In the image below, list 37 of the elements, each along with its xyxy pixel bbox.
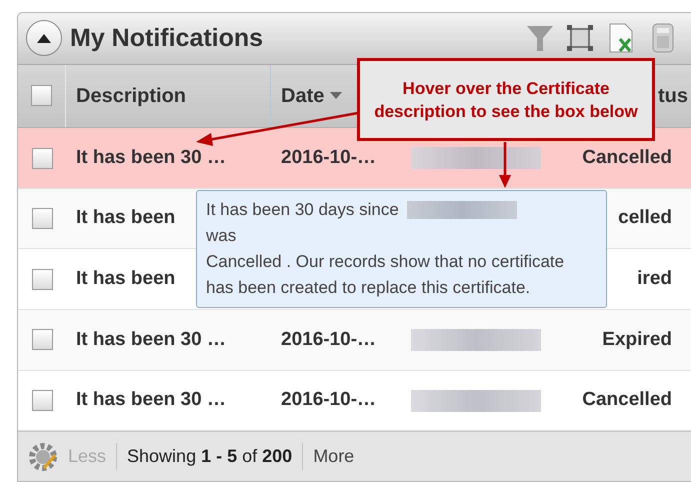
- calculator-icon[interactable]: [652, 23, 674, 54]
- table-cell: It has been 30 …: [76, 328, 226, 350]
- table-cell: It has been: [76, 268, 176, 290]
- table-cell-text: Cancelled: [582, 388, 672, 412]
- tooltip-text: Cancelled . Our records show that no certificate has been created to replace this certificate.: [206, 251, 566, 299]
- table-cell-text: Expired: [602, 328, 672, 352]
- checkbox[interactable]: [32, 208, 52, 230]
- spreadsheet-icon[interactable]: [608, 23, 634, 54]
- table-cell: It has been 30 …: [76, 389, 226, 410]
- checkbox[interactable]: [32, 268, 52, 290]
- table-cell: It has been: [76, 207, 176, 228]
- table-cell-text: celled: [618, 206, 672, 230]
- table-cell: 2016-10-…: [281, 389, 376, 410]
- settings-icon[interactable]: [28, 442, 58, 472]
- table-cell-text: ired: [637, 267, 672, 292]
- table-cell-text: Cancelled: [582, 146, 672, 170]
- column-header[interactable]: Date: [281, 80, 324, 111]
- collapse-button[interactable]: [26, 20, 62, 56]
- table-cell: 2016-10-…: [281, 146, 376, 168]
- caret-up-icon: [37, 34, 51, 43]
- table-row[interactable]: It has been 30 … 2016-10-… Cancelled: [18, 370, 691, 432]
- table-cell: 2016-10-…: [281, 328, 376, 350]
- column-header[interactable]: tus: [658, 80, 688, 111]
- table-cell: It has been 30 …: [76, 146, 226, 168]
- showing-count: Showing 1 - 5 of 200: [127, 443, 304, 470]
- checkbox[interactable]: [32, 148, 52, 169]
- filter-icon[interactable]: [526, 24, 554, 52]
- callout-text: Hover over the Certificate description to see the box below: [373, 78, 639, 122]
- more-button[interactable]: More: [313, 443, 354, 470]
- column-header[interactable]: Description: [76, 80, 186, 111]
- checkbox[interactable]: [31, 85, 52, 106]
- panel-title: My Notifications: [70, 22, 264, 54]
- table-row[interactable]: It has been 30 … 2016-10-… Expired: [18, 310, 691, 371]
- checkbox[interactable]: [32, 390, 52, 411]
- tooltip-text: was: [206, 225, 238, 247]
- checkbox[interactable]: [32, 329, 52, 350]
- tooltip-text: It has been 30 days since: [206, 199, 399, 221]
